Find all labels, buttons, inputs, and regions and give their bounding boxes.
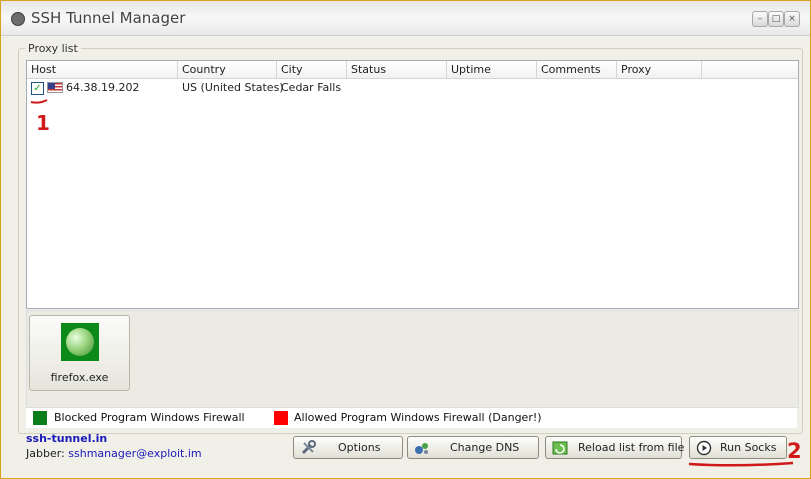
app-icon <box>11 12 25 26</box>
maximize-icon[interactable]: □ <box>768 11 784 27</box>
column-header-proxy[interactable]: Proxy <box>617 61 702 78</box>
change-dns-label: Change DNS <box>450 441 520 454</box>
column-header-status[interactable]: Status <box>347 61 447 78</box>
blocked-swatch <box>33 411 47 425</box>
jabber-label: Jabber: <box>26 447 65 460</box>
cell-country: US (United States) <box>182 81 284 94</box>
network-icon <box>415 443 428 454</box>
annotation-underline-1 <box>30 99 48 104</box>
column-header-comments[interactable]: Comments <box>537 61 617 78</box>
legend-blocked-label: Blocked Program Windows Firewall <box>54 411 245 424</box>
cell-host: 64.38.19.202 <box>66 81 140 94</box>
firewall-legend: Blocked Program Windows Firewall Allowed… <box>26 408 797 428</box>
program-name: firefox.exe <box>50 371 109 384</box>
annotation-underline-2 <box>688 461 794 467</box>
app-window: SSH Tunnel Manager – □ × Proxy list Host… <box>0 0 811 479</box>
reload-list-button[interactable]: Reload list from file <box>545 436 685 459</box>
jabber-email-link[interactable]: sshmanager@exploit.im <box>68 447 201 460</box>
site-link[interactable]: ssh-tunnel.in <box>26 432 107 445</box>
column-header-uptime[interactable]: Uptime <box>447 61 537 78</box>
minimize-icon[interactable]: – <box>752 11 768 27</box>
row-checkbox[interactable]: ✓ <box>31 82 44 95</box>
annotation-mark-1: 1 <box>36 111 50 135</box>
run-socks-button[interactable]: Run Socks <box>689 436 787 459</box>
annotation-mark-2: 2 <box>787 439 802 463</box>
us-flag-icon <box>47 82 63 93</box>
reload-list-label: Reload list from file <box>578 441 685 454</box>
close-icon[interactable]: × <box>784 11 800 27</box>
run-socks-label: Run Socks <box>720 441 777 454</box>
column-header-host[interactable]: Host <box>27 61 178 78</box>
change-dns-button[interactable]: Change DNS <box>407 436 539 459</box>
firefox-icon <box>61 323 99 361</box>
proxy-list-label: Proxy list <box>25 42 81 55</box>
column-header-city[interactable]: City <box>277 61 347 78</box>
jabber-contact: Jabber: sshmanager@exploit.im <box>26 447 202 460</box>
program-panel: firefox.exe <box>26 310 799 408</box>
title-bar[interactable]: SSH Tunnel Manager – □ × <box>1 1 810 36</box>
column-header-country[interactable]: Country <box>178 61 277 78</box>
allowed-swatch <box>274 411 288 425</box>
tools-icon <box>301 440 316 455</box>
play-icon <box>696 440 712 456</box>
window-title: SSH Tunnel Manager <box>31 9 186 27</box>
program-tile-firefox[interactable]: firefox.exe <box>29 315 130 391</box>
legend-allowed-label: Allowed Program Windows Firewall (Danger… <box>294 411 542 424</box>
reload-icon <box>552 441 568 455</box>
proxy-list-table[interactable]: Host Country City Status Uptime Comments… <box>26 60 799 309</box>
options-label: Options <box>338 441 381 454</box>
table-row[interactable]: ✓ 64.38.19.202 US (United States) Cedar … <box>27 79 798 96</box>
table-header: Host Country City Status Uptime Comments… <box>27 61 798 79</box>
cell-city: Cedar Falls <box>281 81 342 94</box>
options-button[interactable]: Options <box>293 436 403 459</box>
